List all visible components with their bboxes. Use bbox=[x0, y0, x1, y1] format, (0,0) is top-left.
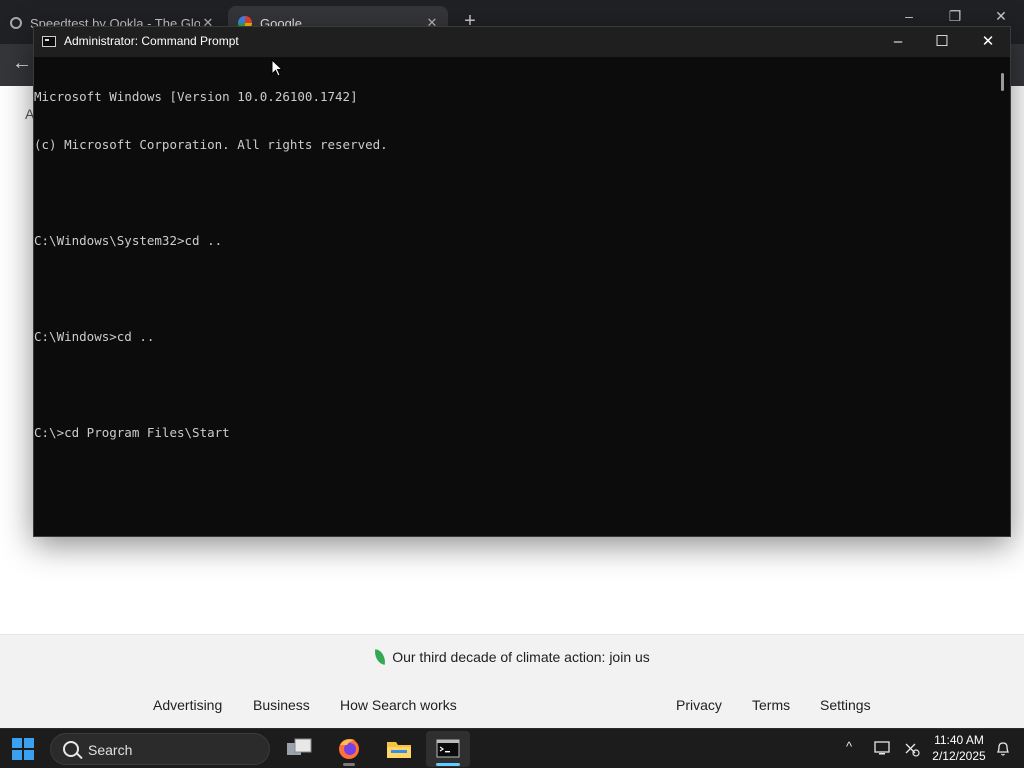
cmd-minimize-button[interactable]: – bbox=[878, 31, 918, 53]
firefox-icon bbox=[339, 739, 359, 759]
cmd-titlebar[interactable]: Administrator: Command Prompt – ☐ ✕ bbox=[34, 27, 1010, 57]
taskbar: Search ^ 11:40 AM 2/12/2025 bbox=[0, 728, 1024, 768]
taskbar-command-prompt[interactable] bbox=[426, 731, 470, 767]
chevron-up-icon[interactable]: ^ bbox=[846, 739, 852, 754]
scrollbar-thumb[interactable] bbox=[1001, 73, 1004, 91]
footer-link-terms[interactable]: Terms bbox=[752, 697, 790, 713]
footer-link-business[interactable]: Business bbox=[253, 697, 310, 713]
system-clock[interactable]: 11:40 AM 2/12/2025 bbox=[924, 732, 994, 764]
climate-text: Our third decade of climate action: join… bbox=[392, 649, 650, 665]
cmd-window-title: Administrator: Command Prompt bbox=[64, 34, 239, 48]
footer-link-settings[interactable]: Settings bbox=[820, 697, 871, 713]
running-indicator bbox=[343, 763, 355, 766]
start-button[interactable] bbox=[12, 738, 34, 760]
search-label: Search bbox=[88, 742, 133, 758]
leaf-icon bbox=[373, 649, 388, 665]
console-line: C:\Windows\System32>cd .. bbox=[34, 233, 223, 248]
taskbar-firefox[interactable] bbox=[327, 731, 371, 767]
cmd-maximize-button[interactable]: ☐ bbox=[922, 31, 962, 53]
cmd-console-output[interactable]: Microsoft Windows [Version 10.0.26100.17… bbox=[34, 57, 996, 536]
cmd-scrollbar[interactable] bbox=[996, 57, 1010, 536]
folder-icon bbox=[387, 742, 411, 758]
climate-banner[interactable]: Our third decade of climate action: join… bbox=[0, 649, 1024, 665]
display-icon[interactable] bbox=[873, 739, 891, 757]
task-view-icon bbox=[287, 738, 312, 755]
footer-link-how-search-works[interactable]: How Search works bbox=[340, 697, 457, 713]
speedtest-icon bbox=[10, 17, 22, 29]
back-arrow-icon[interactable]: ← bbox=[12, 52, 32, 75]
windows-logo-icon bbox=[12, 738, 22, 748]
network-disconnected-icon[interactable] bbox=[903, 740, 921, 758]
footer-link-privacy[interactable]: Privacy bbox=[676, 697, 722, 713]
mouse-pointer-icon bbox=[271, 59, 283, 77]
clock-time: 11:40 AM bbox=[934, 733, 984, 747]
task-view-button[interactable] bbox=[277, 731, 321, 767]
terminal-icon bbox=[436, 739, 460, 758]
taskbar-file-explorer[interactable] bbox=[377, 731, 421, 767]
clock-date: 2/12/2025 bbox=[932, 749, 986, 763]
active-indicator bbox=[436, 763, 460, 766]
console-line: C:\Windows>cd .. bbox=[34, 329, 155, 344]
cmd-close-button[interactable]: ✕ bbox=[968, 31, 1008, 53]
notification-bell-icon[interactable] bbox=[995, 740, 1011, 758]
close-icon[interactable]: ✕ bbox=[986, 8, 1016, 25]
footer-link-advertising[interactable]: Advertising bbox=[153, 697, 222, 713]
console-line: Microsoft Windows [Version 10.0.26100.17… bbox=[34, 89, 358, 104]
google-footer: Our third decade of climate action: join… bbox=[0, 634, 1024, 729]
taskbar-search-box[interactable]: Search bbox=[50, 733, 270, 765]
command-prompt-window[interactable]: Administrator: Command Prompt – ☐ ✕ Micr… bbox=[33, 26, 1011, 537]
console-line: (c) Microsoft Corporation. All rights re… bbox=[34, 137, 388, 152]
cmd-app-icon bbox=[42, 36, 56, 47]
restore-icon[interactable]: ❐ bbox=[940, 8, 970, 25]
console-input-line[interactable]: C:\>cd Program Files\Start bbox=[34, 425, 996, 441]
search-icon bbox=[63, 741, 79, 757]
minimize-icon[interactable]: – bbox=[894, 8, 924, 24]
